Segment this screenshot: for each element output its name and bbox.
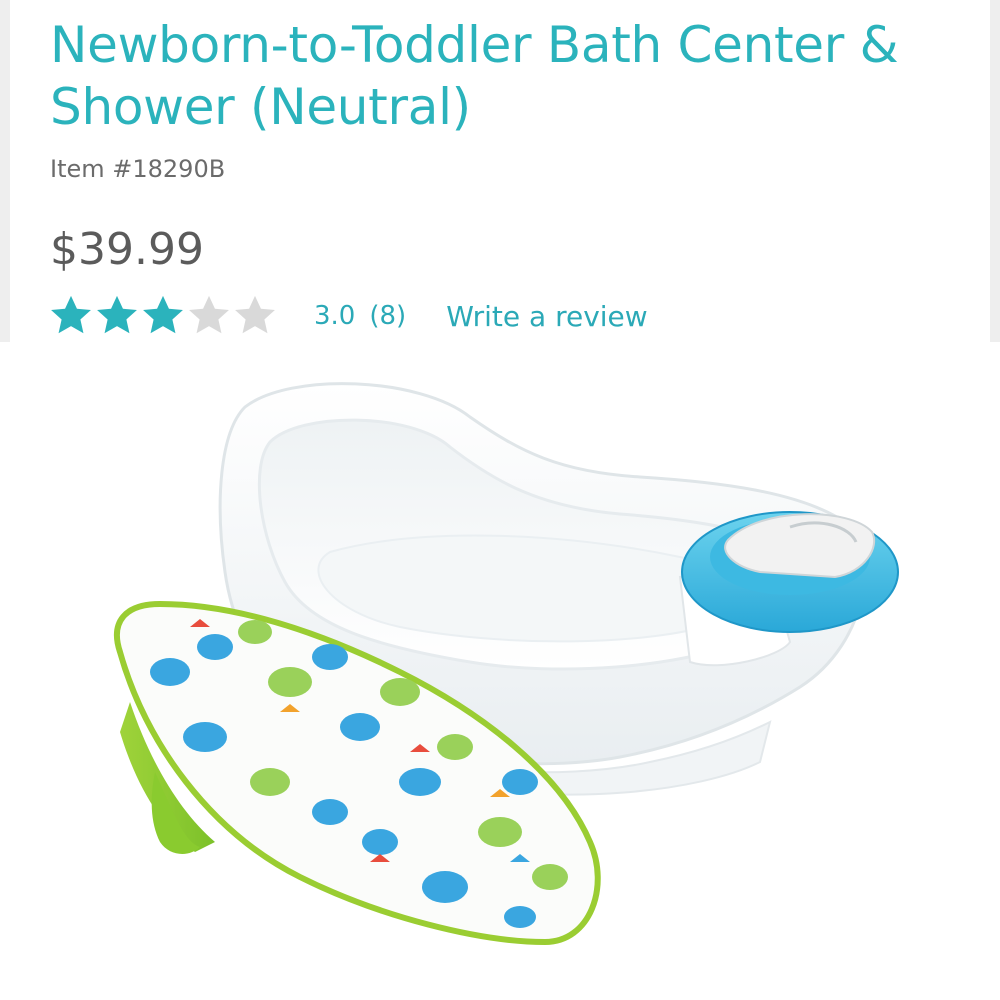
star-filled-icon: [143, 295, 183, 334]
star-rating: [48, 293, 288, 339]
product-image[interactable]: [0, 342, 1000, 1000]
star-empty-icon: [235, 295, 275, 334]
left-edge-shade: [0, 0, 10, 342]
star-filled-icon: [51, 295, 91, 334]
write-review-link[interactable]: Write a review: [446, 300, 647, 333]
product-title: Newborn-to-Toddler Bath Center & Shower …: [50, 16, 899, 136]
item-number: Item #18290B: [50, 155, 226, 183]
right-edge-shade: [990, 0, 1000, 342]
product-page: Newborn-to-Toddler Bath Center & Shower …: [0, 0, 1000, 1000]
product-header: Newborn-to-Toddler Bath Center & Shower …: [0, 0, 1000, 342]
rating-value: 3.0: [314, 301, 356, 331]
star-filled-icon: [97, 295, 137, 334]
review-count[interactable]: (8): [369, 301, 406, 331]
product-photo: [113, 382, 899, 946]
product-price: $39.99: [50, 224, 204, 275]
star-empty-icon: [189, 295, 229, 334]
shower-sprayer: [678, 511, 899, 667]
rating-row: 3.0 (8) Write a review: [48, 288, 648, 344]
